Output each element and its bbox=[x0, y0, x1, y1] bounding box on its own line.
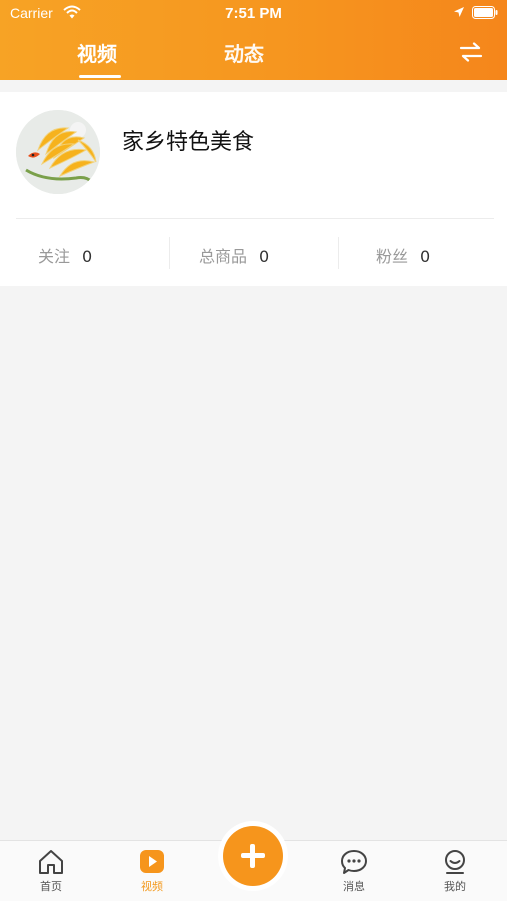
publish-plus-button[interactable] bbox=[223, 826, 283, 886]
top-header: Carrier 7:51 PM 视频 动态 bbox=[0, 0, 507, 80]
nav-label: 首页 bbox=[40, 880, 62, 893]
status-bar: Carrier 7:51 PM bbox=[0, 0, 507, 28]
stat-value: 0 bbox=[420, 247, 431, 266]
nav-mine[interactable]: 我的 bbox=[425, 849, 485, 894]
profile-card: 家乡特色美食 关注 0 总商品 0 粉丝 0 bbox=[0, 92, 507, 286]
stat-fans[interactable]: 粉丝 0 bbox=[376, 243, 430, 267]
divider bbox=[338, 237, 339, 269]
nav-label: 消息 bbox=[343, 880, 365, 893]
divider bbox=[16, 218, 494, 219]
top-tabs: 视频 动态 bbox=[0, 34, 507, 80]
mine-icon bbox=[445, 850, 465, 874]
nav-video[interactable]: 视频 bbox=[122, 849, 182, 894]
tab-dynamic[interactable]: 动态 bbox=[224, 38, 264, 67]
stat-value: 0 bbox=[259, 247, 270, 266]
nav-home[interactable]: 首页 bbox=[21, 849, 81, 894]
tab-video[interactable]: 视频 bbox=[77, 38, 117, 67]
fish-platter-image bbox=[16, 110, 100, 194]
avatar[interactable] bbox=[16, 110, 100, 194]
nav-messages[interactable]: 消息 bbox=[324, 849, 384, 894]
stat-label: 粉丝 bbox=[376, 247, 409, 266]
divider bbox=[169, 237, 170, 269]
battery-icon bbox=[472, 6, 498, 19]
stat-value: 0 bbox=[82, 247, 93, 266]
stat-following[interactable]: 关注 0 bbox=[38, 243, 92, 267]
message-icon bbox=[341, 850, 367, 874]
nav-label: 我的 bbox=[444, 880, 466, 893]
shop-name: 家乡特色美食 bbox=[122, 130, 255, 155]
active-tab-indicator bbox=[79, 75, 121, 78]
switch-arrows-icon[interactable] bbox=[459, 42, 483, 62]
stat-label: 总商品 bbox=[199, 247, 248, 266]
location-arrow-icon bbox=[454, 7, 464, 17]
video-icon bbox=[140, 850, 164, 873]
stat-total-goods[interactable]: 总商品 0 bbox=[199, 243, 269, 267]
clock-time: 7:51 PM bbox=[225, 5, 282, 22]
home-icon bbox=[39, 850, 63, 874]
nav-label: 视频 bbox=[141, 880, 163, 893]
stat-label: 关注 bbox=[38, 247, 71, 266]
